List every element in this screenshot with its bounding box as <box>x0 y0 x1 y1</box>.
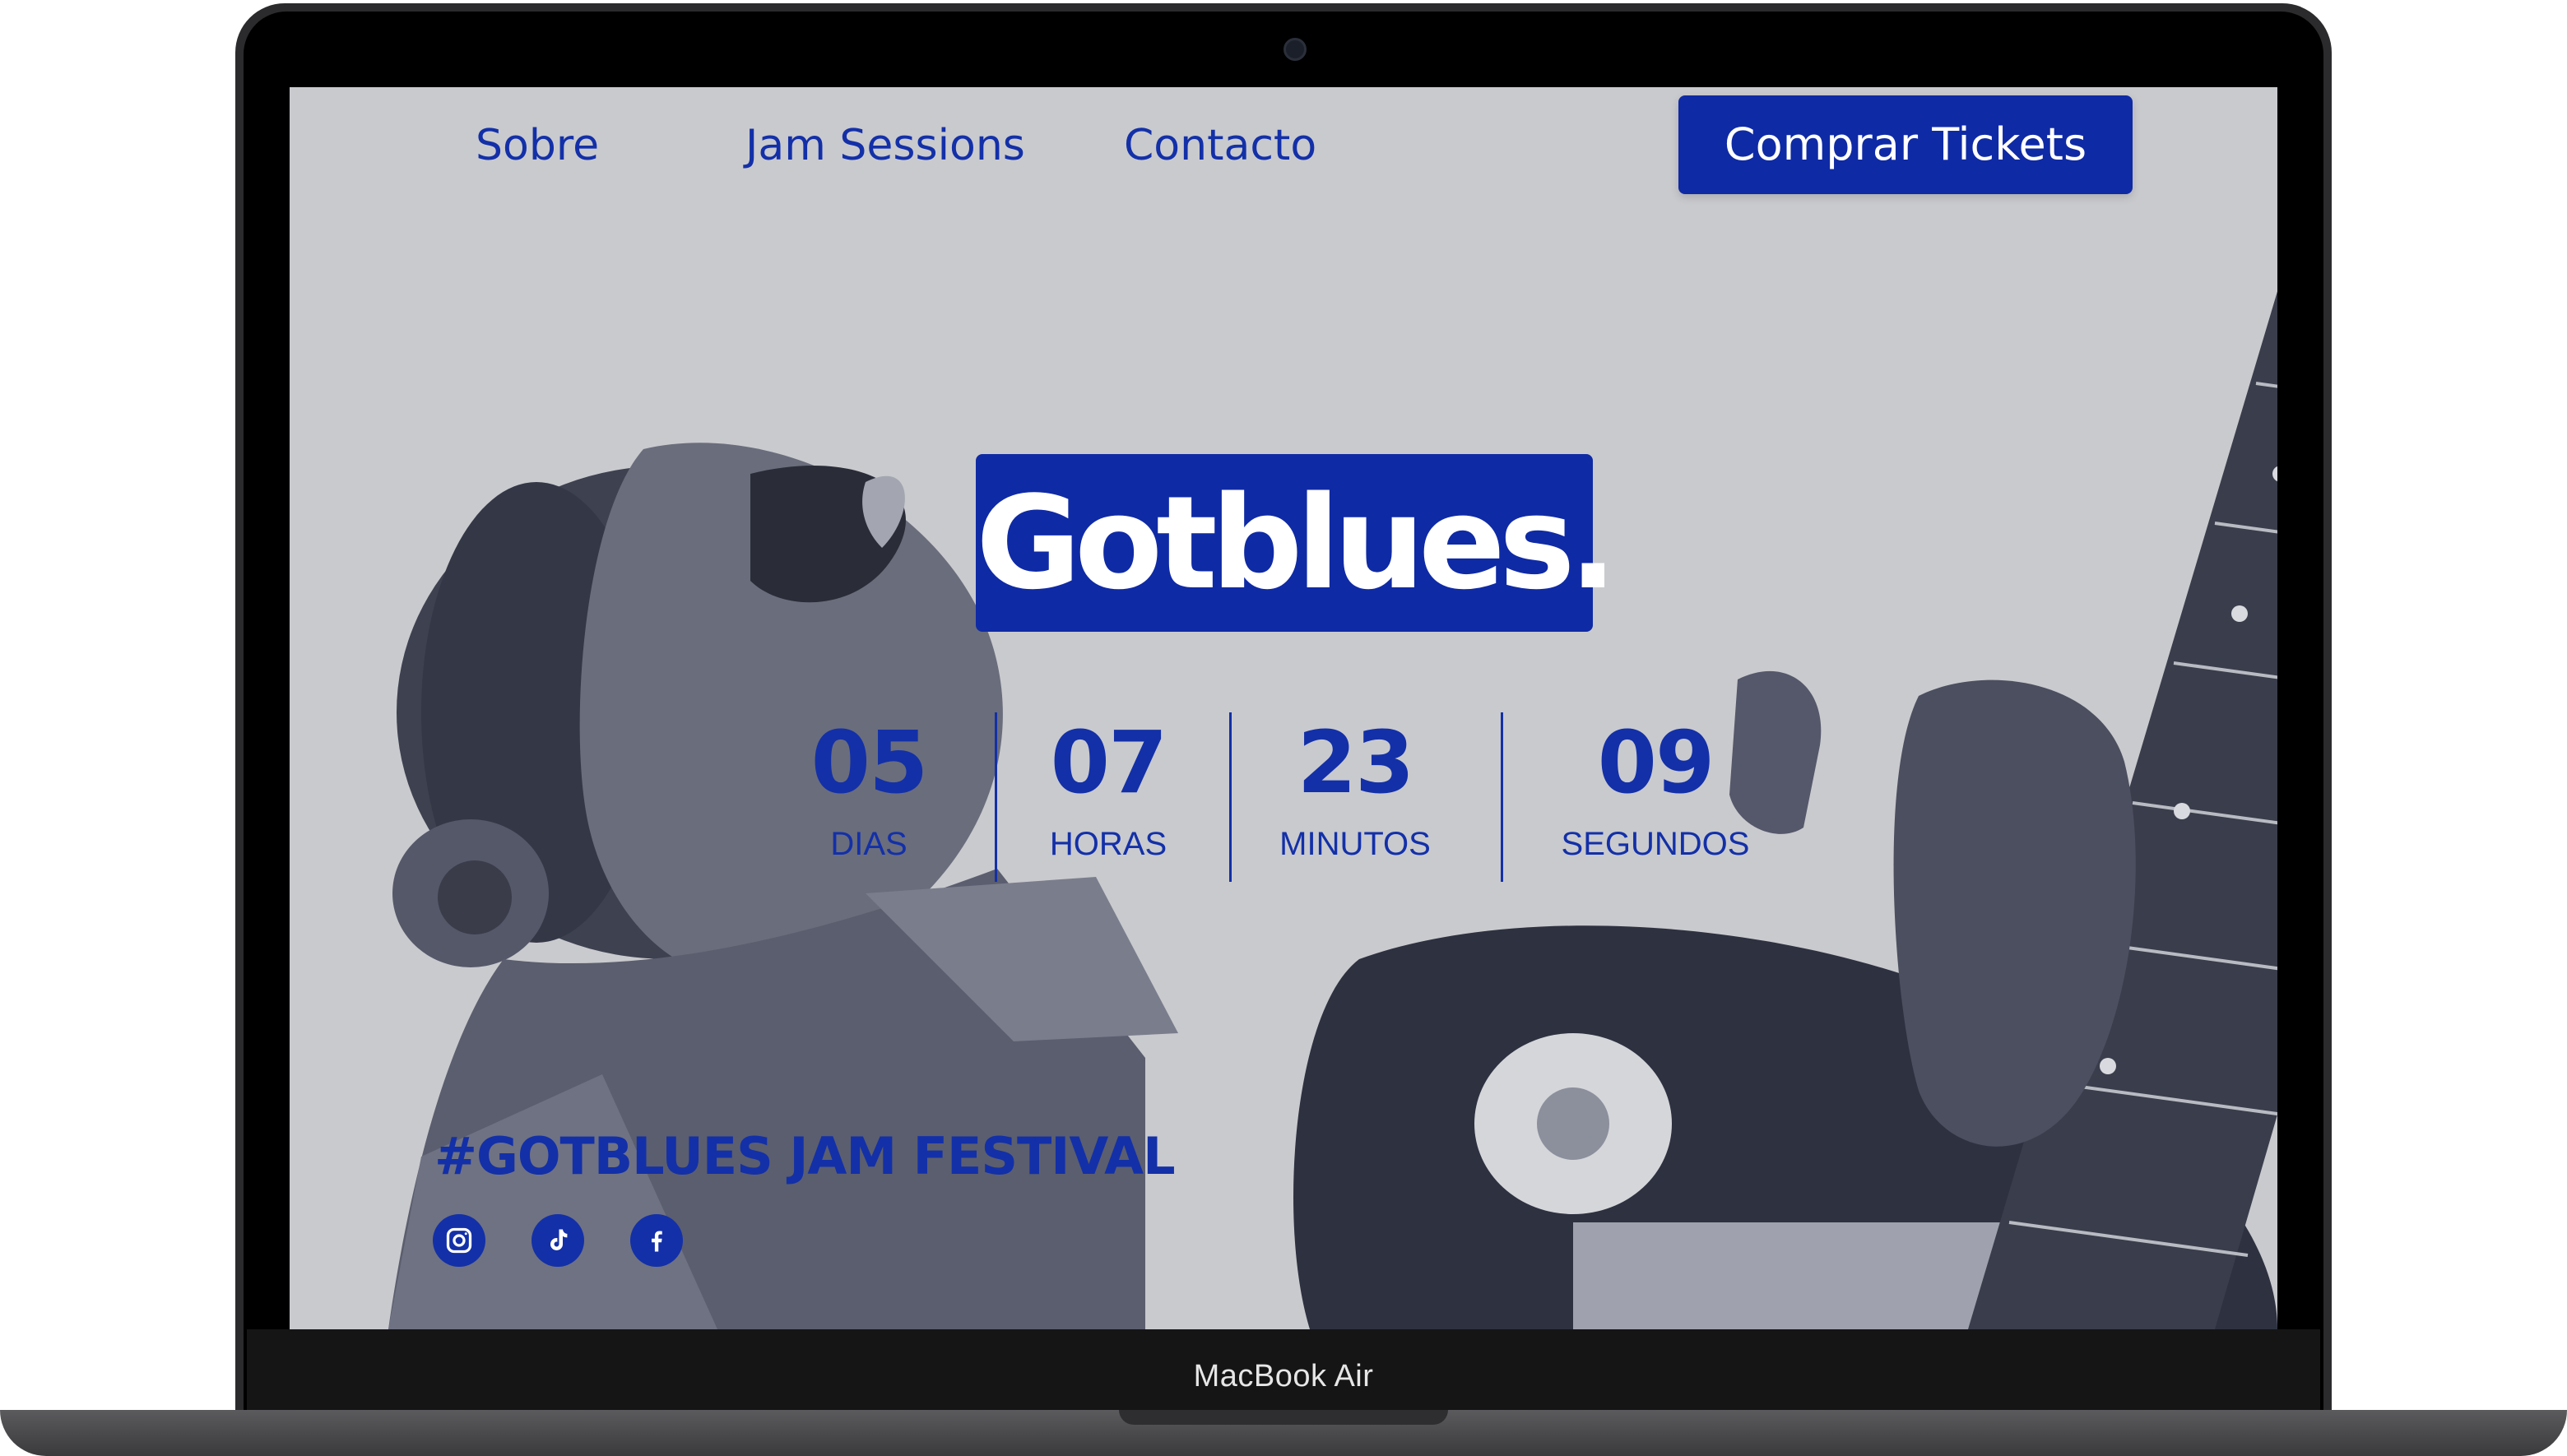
webcam-icon <box>1284 38 1307 61</box>
mockup-stage: Sobre Jam Sessions Contacto Comprar Tick… <box>0 0 2567 1456</box>
logo-badge: Gotblues. <box>976 454 1618 632</box>
nav-link-jam-sessions[interactable]: Jam Sessions <box>745 117 1025 174</box>
facebook-icon[interactable] <box>630 1214 683 1267</box>
buy-tickets-button[interactable]: Comprar Tickets <box>1678 95 2133 194</box>
logo-text: Gotblues. <box>976 468 1618 618</box>
countdown-minutes-value: 23 <box>1297 712 1415 813</box>
countdown-hours-label: HORAS <box>1049 826 1167 862</box>
countdown-days-label: DIAS <box>830 826 908 862</box>
nav-link-sobre[interactable]: Sobre <box>476 117 599 174</box>
countdown-hours: 07 HORAS <box>1014 709 1203 867</box>
nav-link-contacto[interactable]: Contacto <box>1124 117 1316 174</box>
countdown-days-value: 05 <box>810 712 929 813</box>
festival-hashtag: #GOTBLUES JAM FESTIVAL <box>434 1126 1176 1186</box>
countdown-minutes-label: MINUTOS <box>1279 826 1431 862</box>
instagram-icon[interactable] <box>433 1214 485 1267</box>
countdown-divider <box>1501 712 1503 882</box>
laptop-notch <box>1119 1410 1448 1425</box>
countdown-hours-value: 07 <box>1050 712 1168 813</box>
website-screen: Sobre Jam Sessions Contacto Comprar Tick… <box>290 87 2277 1329</box>
countdown-seconds: 09 SEGUNDOS <box>1524 709 1787 867</box>
countdown-seconds-label: SEGUNDOS <box>1561 826 1750 862</box>
device-label: MacBook Air <box>1193 1359 1374 1393</box>
countdown-days: 05 DIAS <box>778 709 959 867</box>
countdown-minutes: 23 MINUTOS <box>1244 709 1466 867</box>
tiktok-icon[interactable] <box>532 1214 584 1267</box>
countdown-divider <box>995 712 997 882</box>
countdown-divider <box>1229 712 1232 882</box>
countdown-seconds-value: 09 <box>1597 712 1715 813</box>
